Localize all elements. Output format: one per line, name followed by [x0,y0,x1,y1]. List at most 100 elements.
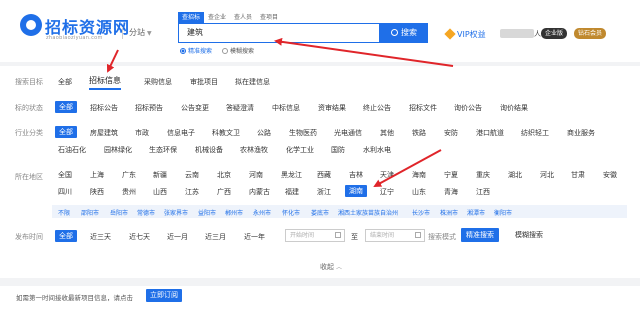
region-option[interactable]: 浙江 [317,187,331,197]
city-option[interactable]: 湘西土家族苗族自治州 [338,208,398,217]
status-option[interactable]: 询价结果 [500,103,528,113]
region-option[interactable]: 贵州 [122,187,136,197]
industry-option[interactable]: 信息电子 [167,128,195,138]
industry-option[interactable]: 农林渔牧 [240,145,268,155]
industry-option[interactable]: 水利水电 [363,145,391,155]
city-option[interactable]: 怀化市 [282,208,300,217]
industry-option[interactable]: 纺织轻工 [521,128,549,138]
industry-option[interactable]: 港口航道 [476,128,504,138]
status-option[interactable]: 资审结果 [318,103,346,113]
region-option[interactable]: 西藏 [317,170,331,180]
region-option[interactable]: 天津 [380,170,394,180]
industry-option[interactable]: 园林绿化 [104,145,132,155]
industry-option[interactable]: 化学工业 [286,145,314,155]
end-date-input[interactable]: 结束时间 [365,229,425,242]
status-option[interactable]: 招标公告 [90,103,118,113]
region-option[interactable]: 江西 [476,187,490,197]
industry-option[interactable]: 科教文卫 [212,128,240,138]
fuzzy-search-button[interactable]: 模糊搜索 [515,229,543,242]
industry-option[interactable]: 公路 [257,128,271,138]
tab-search-project[interactable]: 查项目 [256,12,282,23]
status-option[interactable]: 询价公告 [454,103,482,113]
region-option[interactable]: 辽宁 [380,187,394,197]
region-option[interactable]: 安徽 [603,170,617,180]
status-option-selected[interactable]: 全部 [55,101,77,113]
time-option[interactable]: 近三月 [205,232,226,242]
time-option[interactable]: 近三天 [90,232,111,242]
region-option[interactable]: 广西 [217,187,231,197]
precise-search-button[interactable]: 精准搜索 [461,228,499,242]
target-option[interactable]: 采购信息 [144,77,172,87]
tab-search-tender[interactable]: 查招标 [178,12,205,23]
city-option[interactable]: 岳阳市 [110,208,128,217]
status-option[interactable]: 公告变更 [181,103,209,113]
region-option-selected[interactable]: 湖南 [345,185,367,197]
region-option[interactable]: 黑龙江 [281,170,302,180]
region-option[interactable]: 山西 [153,187,167,197]
region-option[interactable]: 内蒙古 [249,187,270,197]
logo-icon[interactable] [20,14,42,36]
subscribe-button[interactable]: 立即订阅 [146,289,182,302]
industry-option[interactable]: 房屋建筑 [90,128,118,138]
search-button[interactable]: 搜索 [380,23,428,43]
search-input[interactable]: 建筑 [178,23,380,43]
city-option[interactable]: 永州市 [253,208,271,217]
status-option[interactable]: 招标预告 [135,103,163,113]
city-option[interactable]: 衡阳市 [494,208,512,217]
industry-option[interactable]: 光电通信 [334,128,362,138]
region-option[interactable]: 湖北 [508,170,522,180]
tab-search-company[interactable]: 查企业 [204,12,230,23]
region-option[interactable]: 上海 [90,170,104,180]
time-option[interactable]: 近一月 [167,232,188,242]
industry-option[interactable]: 生物医药 [289,128,317,138]
city-option[interactable]: 郴州市 [225,208,243,217]
radio-fuzzy[interactable]: 模糊搜索 [222,46,254,55]
region-option[interactable]: 江苏 [185,187,199,197]
start-date-input[interactable]: 开始时间 [285,229,345,242]
industry-option[interactable]: 石油石化 [58,145,86,155]
region-option[interactable]: 云南 [185,170,199,180]
region-option[interactable]: 福建 [285,187,299,197]
industry-option[interactable]: 商业服务 [567,128,595,138]
region-option[interactable]: 宁夏 [444,170,458,180]
city-option[interactable]: 益阳市 [198,208,216,217]
time-option[interactable]: 近七天 [129,232,150,242]
target-option[interactable]: 拟在建信息 [235,77,270,87]
region-option[interactable]: 海南 [412,170,426,180]
target-option[interactable]: 审批项目 [190,77,218,87]
industry-option[interactable]: 生态环保 [149,145,177,155]
region-option[interactable]: 重庆 [476,170,490,180]
city-option[interactable]: 邵阳市 [81,208,99,217]
status-option[interactable]: 终止公告 [363,103,391,113]
industry-option-selected[interactable]: 全部 [55,126,77,138]
username-redacted[interactable] [500,29,534,38]
vip-link[interactable]: VIP权益 [444,28,486,40]
city-option[interactable]: 常德市 [137,208,155,217]
status-option[interactable]: 答疑澄清 [226,103,254,113]
status-option[interactable]: 中标信息 [272,103,300,113]
city-option-selected[interactable]: 不限 [58,208,70,217]
region-option[interactable]: 广东 [122,170,136,180]
radio-precise[interactable]: 精准搜索 [180,46,212,55]
industry-option[interactable]: 其他 [380,128,394,138]
region-option[interactable]: 河南 [249,170,263,180]
city-option[interactable]: 长沙市 [412,208,430,217]
status-option[interactable]: 招标文件 [409,103,437,113]
region-option[interactable]: 四川 [58,187,72,197]
industry-option[interactable]: 国防 [331,145,345,155]
region-option[interactable]: 山东 [412,187,426,197]
time-option[interactable]: 近一年 [244,232,265,242]
city-option[interactable]: 株洲市 [440,208,458,217]
region-option[interactable]: 陕西 [90,187,104,197]
region-option[interactable]: 甘肃 [571,170,585,180]
target-option-selected[interactable]: 招标信息 [89,75,121,90]
city-option[interactable]: 湘潭市 [467,208,485,217]
region-option[interactable]: 河北 [540,170,554,180]
city-option[interactable]: 张家界市 [164,208,188,217]
site-switch-dropdown[interactable]: 分站 ▼ [129,27,152,38]
industry-option[interactable]: 铁路 [412,128,426,138]
collapse-toggle[interactable]: 收起 ︿ [320,262,342,272]
region-option[interactable]: 新疆 [153,170,167,180]
city-option[interactable]: 娄底市 [311,208,329,217]
target-option[interactable]: 全部 [58,77,72,87]
